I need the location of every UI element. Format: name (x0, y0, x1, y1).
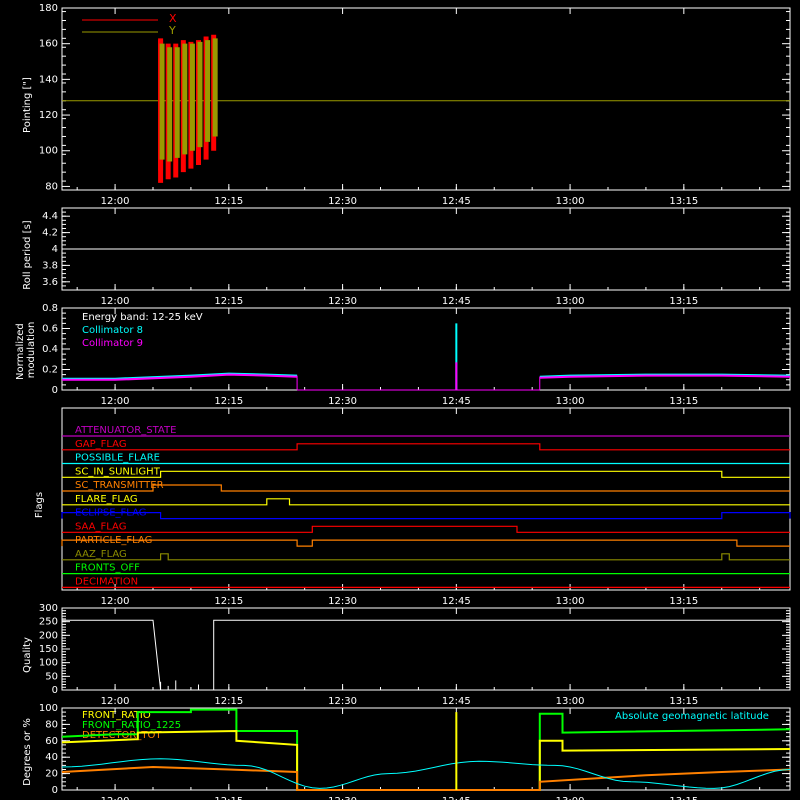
flags-xtick-label: 12:15 (214, 596, 243, 607)
roll-xtick-label: 12:30 (328, 296, 357, 307)
quality-panel: Quality (22, 637, 33, 673)
modulation-ytick-label: 0 (52, 385, 58, 396)
pointing-xtick-label: 12:00 (101, 196, 130, 207)
modulation-ylabel: Normalized modulation (15, 320, 37, 380)
quality-ytick-label: 50 (45, 671, 58, 682)
roll-panel: Roll period [s] (22, 220, 33, 289)
quality-ytick-label: 300 (39, 603, 58, 614)
ratios-ytick-label: 80 (45, 719, 58, 730)
flag-label-decimation: DECIMATION (75, 576, 138, 587)
roll-xtick-label: 12:15 (214, 296, 243, 307)
flag-label-gap-flag: GAP_FLAG (75, 439, 127, 450)
pointing-xtick-label: 12:45 (442, 196, 471, 207)
ratios-ylabel: Degrees or % (22, 718, 33, 786)
modulation-xtick-label: 12:15 (214, 396, 243, 407)
pointing-ytick-label: 100 (39, 146, 58, 157)
legend-collimator-9: Collimator 9 (82, 338, 143, 349)
pointing-ytick-label: 120 (39, 110, 58, 121)
ratios-xtick-label: 12:30 (328, 796, 357, 800)
roll-xtick-label: 13:00 (556, 296, 585, 307)
pointing-ytick-label: 180 (39, 3, 58, 14)
flags-xtick-label: 12:45 (442, 596, 471, 607)
roll-ytick-label: 3.8 (42, 260, 58, 271)
roll-xtick-label: 12:00 (101, 296, 130, 307)
ratios-ytick-label: 100 (39, 703, 58, 714)
roll-ytick-label: 4.2 (42, 228, 58, 239)
ratios-ytick-label: 20 (45, 769, 58, 780)
modulation-xtick-label: 12:00 (101, 396, 130, 407)
quality-ylabel: Quality (22, 637, 33, 673)
roll-ylabel: Roll period [s] (22, 220, 33, 289)
quality-xtick-label: 13:15 (669, 696, 698, 707)
main-figure: Pointing ["] X Y Roll period [s] Normali… (0, 0, 800, 800)
ratios-ytick-label: 0 (52, 785, 58, 796)
flag-label-fronts-off: FRONTS_OFF (75, 563, 140, 574)
pointing-ylabel: Pointing ["] (22, 77, 33, 133)
quality-xtick-label: 12:30 (328, 696, 357, 707)
flag-label-sc-in-sunlight: SC_IN_SUNLIGHT (75, 466, 161, 477)
ratios-ytick-label: 60 (45, 736, 58, 747)
ratios-xtick-label: 12:15 (214, 796, 243, 800)
flag-label-aaz-flag: AAZ_FLAG (75, 549, 127, 560)
flags-xtick-label: 13:00 (556, 596, 585, 607)
flag-label-possible-flare: POSSIBLE_FLARE (75, 453, 160, 464)
roll-xtick-label: 12:45 (442, 296, 471, 307)
legend-y-label: Y (168, 24, 176, 37)
ratios-xtick-label: 12:45 (442, 796, 471, 800)
pointing-xtick-label: 12:30 (328, 196, 357, 207)
modulation-ytick-label: 0.8 (42, 303, 58, 314)
roll-ytick-label: 4.4 (42, 211, 58, 222)
flag-label-sc-transmitter: SC_TRANSMITTER (75, 480, 164, 491)
ratios-xtick-label: 13:00 (556, 796, 585, 800)
quality-ytick-label: 200 (39, 630, 58, 641)
flags-xtick-label: 13:15 (669, 596, 698, 607)
roll-ytick-label: 3.6 (42, 277, 58, 288)
ratios-ytick-label: 40 (45, 752, 58, 763)
roll-ytick-label: 4 (52, 244, 58, 255)
ratios-xtick-label: 12:00 (101, 796, 130, 800)
quality-ytick-label: 0 (52, 685, 58, 696)
quality-ytick-label: 150 (39, 644, 58, 655)
modulation-ylabel-line2: modulation (26, 322, 37, 379)
flags-xtick-label: 12:30 (328, 596, 357, 607)
modulation-ytick-label: 0.4 (42, 344, 58, 355)
quality-ytick-label: 250 (39, 617, 58, 628)
pointing-ytick-label: 140 (39, 74, 58, 85)
quality-xtick-label: 12:15 (214, 696, 243, 707)
modulation-xtick-label: 12:30 (328, 396, 357, 407)
modulation-xtick-label: 13:00 (556, 396, 585, 407)
ratios-xtick-label: 13:15 (669, 796, 698, 800)
pointing-xtick-label: 13:00 (556, 196, 585, 207)
flag-label-attenuator-state: ATTENUATOR_STATE (75, 425, 176, 436)
flag-label-saa-flag: SAA_FLAG (75, 521, 126, 532)
modulation-ytick-label: 0.2 (42, 365, 58, 376)
quality-ytick-label: 100 (39, 658, 58, 669)
modulation-xtick-label: 13:15 (669, 396, 698, 407)
modulation-ylabel-line1: Normalized (15, 323, 26, 380)
roll-xtick-label: 13:15 (669, 296, 698, 307)
pointing-xtick-label: 12:15 (214, 196, 243, 207)
quality-xtick-label: 12:45 (442, 696, 471, 707)
pointing-xtick-label: 13:15 (669, 196, 698, 207)
legend-collimator-8: Collimator 8 (82, 325, 143, 336)
legend-energy-band: Energy band: 12-25 keV (82, 312, 203, 323)
pointing-ytick-label: 80 (45, 181, 58, 192)
geomagnetic-latitude-label: Absolute geomagnetic latitude (615, 711, 769, 722)
quality-xtick-label: 13:00 (556, 696, 585, 707)
flags-xtick-label: 12:00 (101, 596, 130, 607)
flags-ylabel: Flags (34, 492, 45, 518)
pointing-ytick-label: 160 (39, 39, 58, 50)
flag-label-flare-flag: FLARE_FLAG (75, 494, 138, 505)
modulation-ytick-label: 0.6 (42, 324, 58, 335)
flags-panel: Flags (34, 492, 45, 518)
quality-xtick-label: 12:00 (101, 696, 130, 707)
modulation-xtick-label: 12:45 (442, 396, 471, 407)
